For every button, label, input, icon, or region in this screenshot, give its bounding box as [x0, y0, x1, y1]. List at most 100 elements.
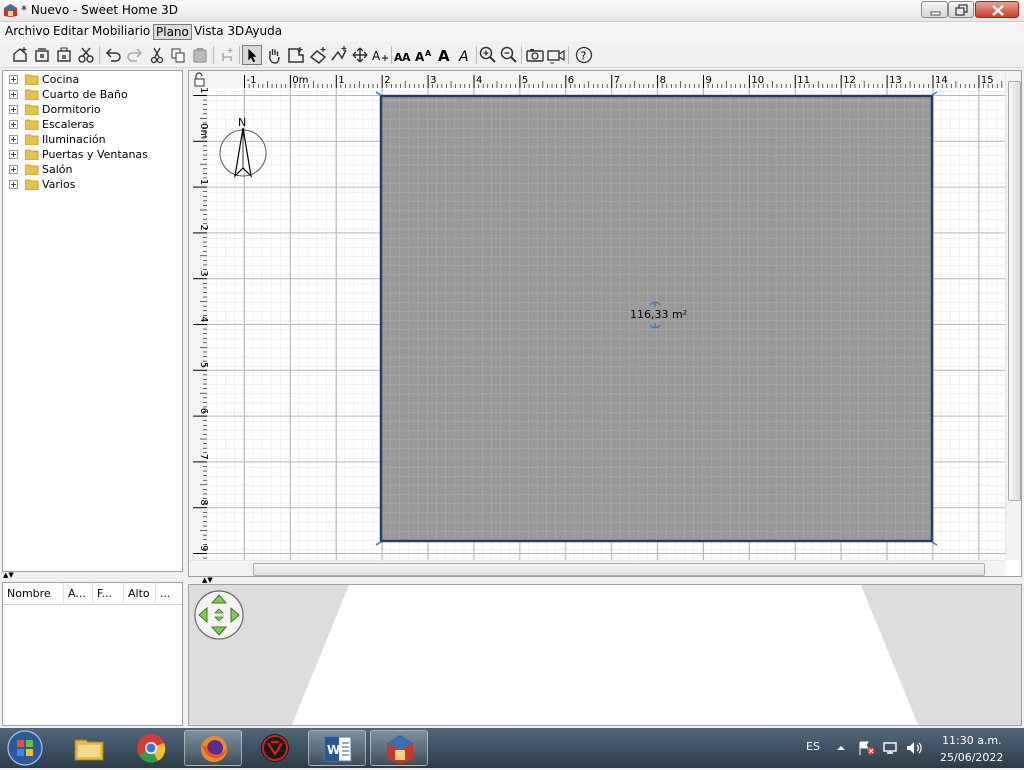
expand-icon[interactable]	[9, 75, 18, 84]
zoom-out-icon[interactable]	[499, 45, 519, 65]
column-ancho[interactable]: A...	[64, 583, 93, 605]
file-explorer-icon[interactable]	[60, 730, 118, 766]
expand-icon[interactable]	[9, 105, 18, 114]
create-photo-icon[interactable]	[525, 45, 545, 65]
select-icon[interactable]	[242, 45, 262, 65]
sweet-home-3d-icon[interactable]	[370, 730, 428, 766]
plan-view[interactable]: N -1 0m 1 2 3 4 5 6 7 8 9 10 11 12 13 14 15 -1 0m 1 2 3 4 5 6 7 8…	[188, 70, 1022, 577]
menu-plano[interactable]: Plano	[153, 24, 192, 40]
column-nombre[interactable]: Nombre	[3, 583, 64, 605]
increase-text-size-icon[interactable]: AA	[393, 45, 413, 65]
plan-canvas[interactable]: N -1 0m 1 2 3 4 5 6 7 8 9 10 11 12 13 14 15 -10m12345678…	[189, 71, 1022, 577]
catalog-label: Dormitorio	[42, 103, 101, 116]
ruler-y-label: 1	[198, 179, 209, 185]
redo-icon[interactable]	[125, 45, 145, 65]
create-polylines-icon[interactable]	[329, 45, 349, 65]
show-hidden-icons-icon[interactable]	[836, 743, 846, 753]
language-indicator[interactable]: ES	[806, 740, 820, 753]
action-center-flag-icon[interactable]	[858, 740, 876, 756]
catalog-item-salon[interactable]: Salón	[3, 162, 173, 177]
clock-date[interactable]: 25/06/2022	[940, 751, 1003, 764]
toolbar-separator	[99, 46, 100, 64]
furniture-catalog-tree: Cocina Cuarto de Baño Dormitorio Escaler…	[2, 70, 183, 572]
menu-archivo[interactable]: Archivo	[3, 24, 52, 40]
add-text-icon[interactable]: A	[370, 45, 390, 65]
toolbar-separator	[391, 46, 392, 64]
ruler-y-label: 4	[198, 316, 209, 322]
create-dimensions-icon[interactable]	[350, 45, 370, 65]
ruler-x-label: 13	[889, 75, 902, 86]
pan-icon[interactable]	[264, 45, 284, 65]
firefox-icon[interactable]	[184, 730, 242, 766]
expand-icon[interactable]	[9, 120, 18, 129]
new-home-icon[interactable]	[10, 45, 30, 65]
word-icon[interactable]: W	[308, 730, 366, 766]
folder-icon	[25, 179, 39, 190]
expand-icon[interactable]	[9, 135, 18, 144]
ruler-x-label: 0m	[292, 75, 308, 86]
restore-button[interactable]	[948, 1, 974, 18]
undo-icon[interactable]	[103, 45, 123, 65]
copy-icon[interactable]	[168, 45, 188, 65]
svg-text:A: A	[372, 49, 381, 63]
menu-vista-3d[interactable]: Vista 3D	[192, 24, 246, 40]
chrome-icon[interactable]	[122, 730, 180, 766]
plan-vertical-scrollbar[interactable]	[1005, 71, 1021, 560]
menu-ayuda[interactable]: Ayuda	[243, 24, 284, 40]
collapse-arrows-icon[interactable]: ▲▼	[202, 577, 213, 584]
zoom-in-icon[interactable]	[478, 45, 498, 65]
catalog-item-cocina[interactable]: Cocina	[3, 72, 173, 87]
decrease-text-size-icon[interactable]: AA	[414, 45, 434, 65]
catalog-item-cuarto-de-bano[interactable]: Cuarto de Baño	[3, 87, 173, 102]
create-rooms-icon[interactable]	[286, 45, 306, 65]
menu-mobiliario[interactable]: Mobiliario	[90, 24, 152, 40]
ruler-y-label: 6	[198, 408, 209, 414]
plan-horizontal-scrollbar[interactable]	[189, 560, 1005, 576]
expand-icon[interactable]	[9, 90, 18, 99]
catalog-item-escaleras[interactable]: Escaleras	[3, 117, 173, 132]
ruler-x-label: -1	[247, 75, 257, 86]
help-icon[interactable]: ?	[574, 45, 594, 65]
horizontal-scroll-thumb[interactable]	[253, 563, 985, 576]
minimize-button[interactable]	[921, 1, 948, 18]
column-more[interactable]: ...	[156, 583, 182, 605]
paste-icon[interactable]	[190, 45, 210, 65]
create-video-icon[interactable]	[546, 45, 566, 65]
folder-icon	[25, 164, 39, 175]
navigation-arrows-icon[interactable]	[193, 589, 245, 641]
network-icon[interactable]	[882, 740, 900, 756]
folder-icon	[25, 134, 39, 145]
italic-icon[interactable]: A	[456, 45, 476, 65]
close-button[interactable]	[975, 1, 1019, 18]
column-fondo[interactable]: F...	[93, 583, 124, 605]
window-title: * Nuevo - Sweet Home 3D	[21, 3, 179, 17]
catalog-item-iluminacion[interactable]: Iluminación	[3, 132, 173, 147]
catalog-label: Salón	[42, 163, 73, 176]
left-pane-splitter[interactable]: ▲▼	[0, 572, 187, 580]
cut-icon[interactable]	[76, 45, 96, 65]
start-orb[interactable]	[4, 730, 46, 766]
expand-icon[interactable]	[9, 150, 18, 159]
add-furniture-icon[interactable]	[217, 45, 237, 65]
3d-scene[interactable]	[189, 585, 1022, 726]
new-home-from-example-icon[interactable]	[32, 45, 52, 65]
collapse-arrows-icon[interactable]: ▲▼	[3, 572, 14, 579]
cut-icon[interactable]	[147, 45, 167, 65]
open-icon[interactable]	[54, 45, 74, 65]
bold-icon[interactable]: A	[435, 45, 455, 65]
column-alto[interactable]: Alto	[124, 583, 156, 605]
vertical-scroll-thumb[interactable]	[1008, 81, 1021, 501]
3d-view[interactable]	[188, 584, 1022, 726]
expand-icon[interactable]	[9, 165, 18, 174]
app-icon[interactable]	[246, 730, 304, 766]
catalog-item-dormitorio[interactable]: Dormitorio	[3, 102, 173, 117]
catalog-item-puertas-y-ventanas[interactable]: Puertas y Ventanas	[3, 147, 173, 162]
folder-icon	[25, 149, 39, 160]
create-walls-icon[interactable]	[308, 45, 328, 65]
expand-icon[interactable]	[9, 180, 18, 189]
catalog-item-varios[interactable]: Varios	[3, 177, 173, 192]
clock-time[interactable]: 11:30 a.m.	[942, 734, 1002, 747]
volume-icon[interactable]	[905, 740, 925, 756]
menu-editar[interactable]: Editar	[51, 24, 91, 40]
sweet-home-3d-icon	[4, 4, 17, 17]
